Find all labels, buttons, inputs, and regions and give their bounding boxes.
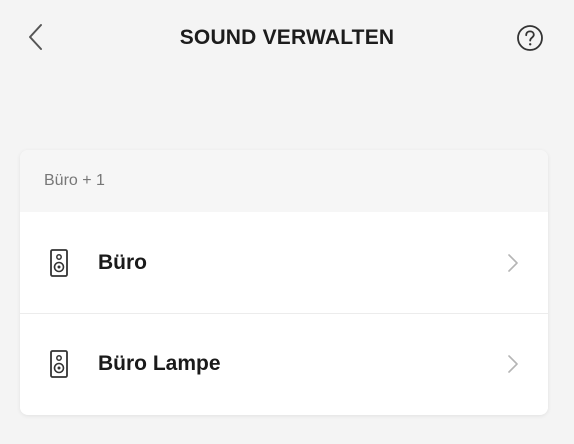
page-title: SOUND VERWALTEN [179, 26, 395, 49]
question-circle-icon [516, 24, 544, 57]
help-button[interactable] [515, 24, 545, 57]
speaker-icon [48, 248, 70, 278]
room-label: Büro [98, 250, 147, 274]
room-label: Büro Lampe [98, 352, 221, 375]
top-bar: SOUND VERWALTEN [0, 0, 574, 80]
speaker-icon [48, 349, 70, 379]
manage-sound-screen: SOUND VERWALTEN Büro + 1 Büro Büro Lampe [0, 0, 574, 444]
chevron-right-icon [506, 252, 520, 274]
chevron-right-icon [506, 353, 520, 375]
group-name: Büro + 1 [20, 150, 548, 212]
room-row-buero[interactable]: Büro [20, 212, 548, 313]
speaker-group-card: Büro + 1 Büro Büro Lampe [20, 150, 548, 415]
room-row-buero-lampe[interactable]: Büro Lampe [20, 313, 548, 414]
